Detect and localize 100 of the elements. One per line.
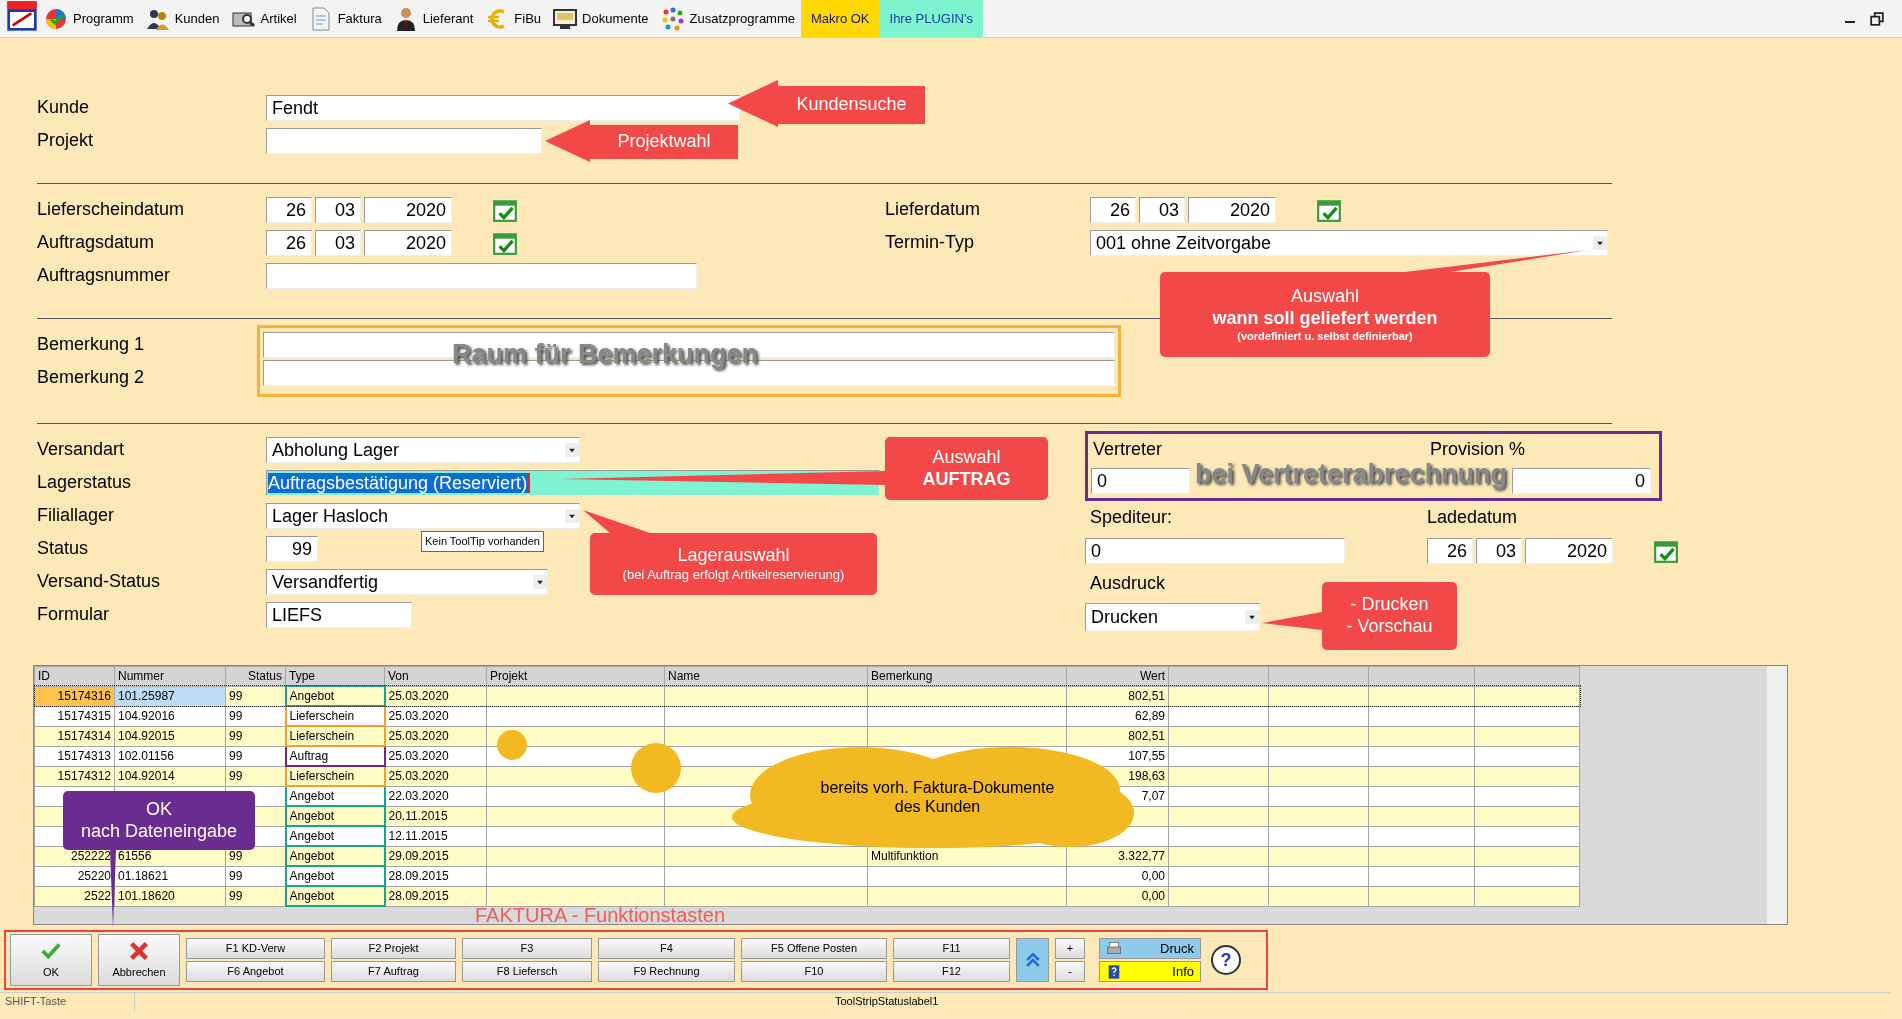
field-label: Versandart [37,438,126,461]
toolbar-menu-item[interactable]: Artikel [225,0,303,37]
field-label: Auftragsdatum [37,231,156,254]
shipping-method-dropdown[interactable]: Abholung Lager [266,436,580,463]
month-field[interactable]: 03 [315,229,361,256]
toolbar-menu-item[interactable]: Programm [38,0,140,37]
project-field[interactable] [266,127,542,154]
representative-field[interactable]: 0 [1091,467,1191,494]
type-cell: Angebot [285,886,385,906]
type-cell: Angebot [285,846,385,866]
field-label: Kunde [37,96,91,119]
round-marker [497,730,527,760]
column-header: Bemerkung [867,666,1067,686]
toolbar-menu-item[interactable]: Faktura [302,0,388,37]
toolbar-menu-item[interactable]: Kunden [139,0,226,37]
type-cell: Angebot [285,806,385,826]
minus-button[interactable]: - [1055,961,1085,982]
column-header: Projekt [486,666,665,686]
book-icon [1106,963,1122,980]
info-button[interactable]: Info [1099,961,1201,982]
function-key[interactable]: F6 Angebot [186,961,325,982]
overlay-caption: bei Vertreterabrechnung [1195,458,1508,491]
function-key[interactable]: F5 Offene Posten [741,938,887,959]
tooltip: Kein ToolTip vorhanden [421,531,544,552]
table-row[interactable]: 25220 01.18621 99 Angebot 28.09.2015 0,00 [34,866,1580,886]
print-button[interactable]: Druck [1099,938,1201,959]
function-key[interactable]: F1 KD-Verw [186,938,325,959]
toolbar-menu-item[interactable]: FiBu [479,0,548,37]
type-cell: Lieferschein [285,726,385,746]
year-field[interactable]: 2020 [364,229,452,256]
table-row[interactable]: 2522 101.18620 99 Angebot 28.09.2015 0,00 [34,886,1580,906]
year-field[interactable]: 2020 [1525,537,1613,564]
ok-button[interactable]: OK [10,934,92,986]
table-cell: 15174314 [34,726,115,746]
field-label: Spediteur: [1090,506,1174,529]
monitor-icon [553,6,578,31]
table-row[interactable]: 15174314 104.92015 99 Lieferschein 25.03.2020 802,51 [34,726,1580,746]
type-cell: Lieferschein [285,766,385,786]
function-key[interactable]: F10 [741,961,887,982]
day-field[interactable]: 26 [266,229,312,256]
order-number-field[interactable] [266,262,697,289]
toolbar-menu-item[interactable]: Dokumente [547,0,655,37]
month-field[interactable]: 03 [1476,537,1522,564]
toolbar-menu-item[interactable]: Zusatzprogramme [654,0,801,37]
table-cell: 15174315 [34,706,115,726]
year-field[interactable]: 2020 [1188,196,1276,223]
plus-button[interactable]: + [1055,938,1085,959]
forwarder-field[interactable]: 0 [1085,537,1345,564]
month-field[interactable]: 03 [1139,196,1185,223]
type-cell: Angebot [285,866,385,886]
day-field[interactable]: 26 [266,196,312,223]
toolbar-menu-item[interactable]: Lieferant [387,0,480,37]
type-cell: Angebot [285,686,385,706]
function-key[interactable]: F9 Rechnung [598,961,735,982]
cancel-button[interactable]: Abbrechen [98,934,180,986]
function-key[interactable]: F8 Liefersch [462,961,592,982]
function-key[interactable]: F7 Auftrag [331,961,456,982]
shipping-status-dropdown[interactable]: Versandfertig [266,568,548,595]
scroll-up-button[interactable] [1016,938,1049,982]
table-row[interactable]: 252222 61556 99 Angebot 29.09.2015 Multifunktion 3.322,77 [34,846,1580,866]
field-label: Formular [37,603,110,626]
year-field[interactable]: 2020 [364,196,452,223]
column-header: Wert [1066,666,1169,686]
field-label: Provision % [1430,438,1526,461]
field-label: Ausdruck [1090,572,1166,595]
table-cell: 15174316 [34,686,115,706]
appointment-type-dropdown[interactable]: 001 ohne Zeitvorgabe [1090,229,1608,256]
field-label: Projekt [37,129,95,152]
table-row[interactable]: 15174315 104.92016 99 Lieferschein 25.03.2020 62,89 [34,706,1580,726]
field-label: Auftragsnummer [37,264,172,287]
status-field[interactable]: 99 [266,535,318,562]
month-field[interactable]: 03 [315,196,361,223]
printout-dropdown[interactable]: Drucken [1085,602,1260,631]
table-cell: 15174312 [34,766,115,786]
function-key[interactable]: F12 [893,961,1010,982]
table-row[interactable]: 15174316 101.25987 99 Angebot 25.03.2020 802,51 [34,686,1580,706]
function-key[interactable]: F2 Projekt [331,938,456,959]
field-label: Termin-Typ [885,231,975,254]
app-logo-icon[interactable] [6,0,38,32]
column-header: Type [285,666,385,686]
branch-stock-dropdown[interactable]: Lager Hasloch [266,502,580,529]
function-key[interactable]: F11 [893,938,1010,959]
function-key[interactable]: F3 [462,938,592,959]
day-field[interactable]: 26 [1090,196,1136,223]
callout: Lagerauswahl (bei Auftrag erfolgt Artikelreservierung) [583,508,877,595]
arrow-callout: Projektwahl [545,120,738,162]
help-button[interactable]: ? [1211,945,1241,975]
scrollbar[interactable] [1767,666,1787,924]
restore-icon[interactable] [1870,11,1884,26]
macro-button[interactable]: Makro OK [801,0,880,37]
field-label: Bemerkung 1 [37,333,146,356]
plugins-button[interactable]: Ihre PLUGIN's [879,0,983,37]
form-field[interactable]: LIEFS [266,601,412,628]
day-field[interactable]: 26 [1427,537,1473,564]
customer-field[interactable]: Fendt [266,94,740,121]
column-header: Status [225,666,286,686]
commission-field[interactable]: 0 [1512,467,1651,494]
status-text: ToolStripStatuslabel1 [835,994,939,1009]
function-key[interactable]: F4 [598,938,735,959]
field-label: Bemerkung 2 [37,366,146,389]
